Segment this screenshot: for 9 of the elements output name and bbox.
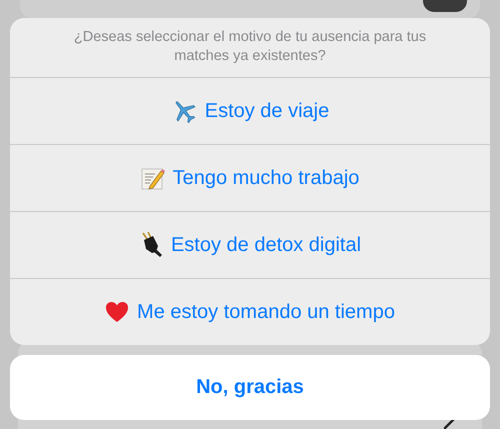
notepad-pencil-icon: [140, 166, 165, 190]
heart-icon: [105, 301, 130, 323]
toggle-switch[interactable]: [423, 0, 467, 12]
option-button[interactable]: Tengo mucho trabajo: [10, 145, 490, 211]
option-button[interactable]: Estoy de detox digital: [10, 212, 490, 278]
sheet-message: ¿Deseas seleccionar el motivo de tu ausencia para tus matches ya existentes?: [72, 28, 428, 66]
option-button[interactable]: Estoy de viaje: [10, 78, 490, 144]
option-button[interactable]: Me estoy tomando un tiempo: [10, 279, 490, 345]
cancel-button[interactable]: No, gracias: [10, 355, 490, 420]
